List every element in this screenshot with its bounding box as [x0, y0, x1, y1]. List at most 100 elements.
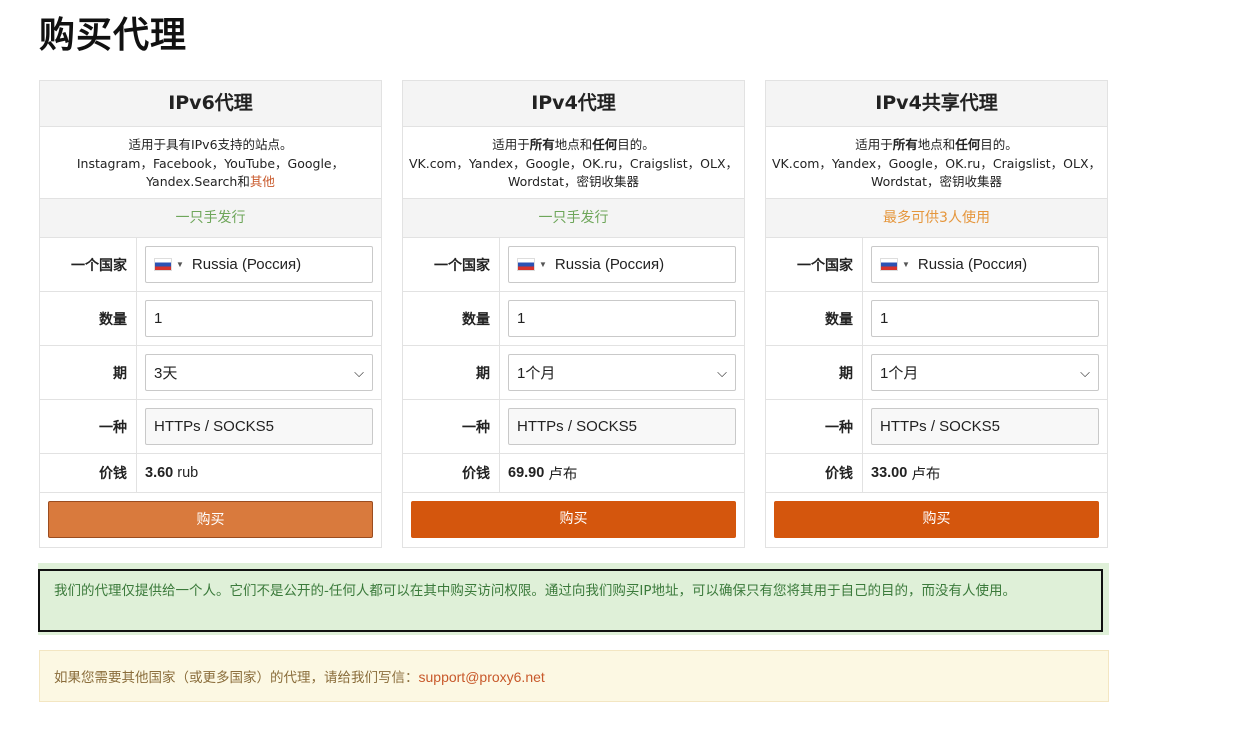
- card-title: IPv4共享代理: [766, 81, 1107, 127]
- desc-line: VK.com，Yandex，Google，OK.ru，Craigslist，OL…: [771, 155, 1102, 171]
- type-label: 一种: [766, 400, 863, 453]
- desc-text: 适用于: [855, 137, 893, 152]
- country-select[interactable]: ▼ Russia (Россия): [508, 246, 736, 283]
- desc-bold: 所有: [529, 137, 555, 152]
- quantity-label: 数量: [40, 292, 137, 345]
- notice-contact: 如果您需要其他国家（或更多国家）的代理，请给我们写信：support@proxy…: [39, 650, 1109, 702]
- price-unit: rub: [177, 465, 199, 481]
- country-value: Russia (Россия): [554, 256, 665, 273]
- price-unit: 卢布: [911, 466, 941, 483]
- price-label: 价钱: [40, 454, 137, 492]
- period-row: 期 1个月 ⌵: [403, 346, 744, 400]
- price-row: 价钱 33.00 卢布: [766, 454, 1107, 493]
- period-select[interactable]: 1个月 ⌵: [508, 354, 736, 391]
- card-tag: 最多可供3人使用: [766, 199, 1107, 238]
- card-ipv4: IPv4代理 适用于所有地点和任何目的。 VK.com，Yandex，Googl…: [402, 80, 745, 548]
- type-value: HTTPs / SOCKS5: [154, 418, 275, 435]
- quantity-label: 数量: [766, 292, 863, 345]
- page-title: 购买代理: [39, 15, 188, 56]
- type-label: 一种: [403, 400, 500, 453]
- desc-line: Wordstat，密钥收集器: [870, 174, 1003, 189]
- country-value: Russia (Россия): [191, 256, 302, 273]
- period-select[interactable]: 3天 ⌵: [145, 354, 373, 391]
- notice-private: 我们的代理仅提供给一个人。它们不是公开的-任何人都可以在其中购买访问权限。通过向…: [38, 569, 1103, 632]
- card-ipv4-shared: IPv4共享代理 适用于所有地点和任何目的。 VK.com，Yandex，Goo…: [765, 80, 1108, 548]
- country-select[interactable]: ▼ Russia (Россия): [871, 246, 1099, 283]
- price-amount: 3.60: [145, 465, 174, 481]
- caret-down-icon: ▼: [539, 260, 547, 269]
- period-value: 1个月: [880, 365, 919, 382]
- price-row: 价钱 69.90 卢布: [403, 454, 744, 493]
- country-label: 一个国家: [40, 238, 137, 291]
- type-label: 一种: [40, 400, 137, 453]
- desc-bold: 任何: [955, 137, 981, 152]
- desc-line: VK.com，Yandex，Google，OK.ru，Craigslist，OL…: [408, 155, 739, 171]
- desc-text: 适用于: [492, 137, 530, 152]
- quantity-value: 1: [517, 310, 526, 327]
- desc-line: 适用于具有IPv6支持的站点。: [128, 137, 293, 152]
- desc-text: 地点和: [554, 137, 593, 152]
- price-amount: 33.00: [871, 465, 908, 481]
- chevron-down-icon: ⌵: [1080, 364, 1090, 380]
- type-row: 一种 HTTPs / SOCKS5: [403, 400, 744, 454]
- country-row: 一个国家 ▼ Russia (Россия): [766, 238, 1107, 292]
- price-unit: 卢布: [548, 466, 578, 483]
- russia-flag-icon: [880, 258, 898, 271]
- card-tag: 一只手发行: [40, 199, 381, 238]
- quantity-input[interactable]: 1: [508, 300, 736, 337]
- notice-contact-text: 如果您需要其他国家（或更多国家）的代理，请给我们写信：: [54, 670, 419, 686]
- desc-line: Instagram，Facebook，YouTube，Google，: [76, 155, 345, 171]
- card-ipv6: IPv6代理 适用于具有IPv6支持的站点。 Instagram，Faceboo…: [39, 80, 382, 548]
- desc-bold: 任何: [592, 137, 618, 152]
- period-value: 3天: [154, 365, 178, 382]
- caret-down-icon: ▼: [902, 260, 910, 269]
- quantity-input[interactable]: 1: [871, 300, 1099, 337]
- price-label: 价钱: [766, 454, 863, 492]
- type-field: HTTPs / SOCKS5: [508, 408, 736, 445]
- quantity-row: 数量 1: [766, 292, 1107, 346]
- quantity-row: 数量 1: [40, 292, 381, 346]
- country-label: 一个国家: [766, 238, 863, 291]
- quantity-row: 数量 1: [403, 292, 744, 346]
- period-select[interactable]: 1个月 ⌵: [871, 354, 1099, 391]
- card-title: IPv4代理: [403, 81, 744, 127]
- card-tag: 一只手发行: [403, 199, 744, 238]
- desc-bold: 所有: [892, 137, 918, 152]
- desc-text: 目的。: [980, 137, 1018, 152]
- quantity-value: 1: [154, 310, 163, 327]
- desc-line: Yandex.Search和: [146, 174, 250, 189]
- type-value: HTTPs / SOCKS5: [517, 418, 638, 435]
- period-label: 期: [403, 346, 500, 399]
- price-row: 价钱 3.60 rub: [40, 454, 381, 493]
- period-row: 期 3天 ⌵: [40, 346, 381, 400]
- proxy-cards: IPv6代理 适用于具有IPv6支持的站点。 Instagram，Faceboo…: [39, 80, 1109, 548]
- buy-button[interactable]: 购买: [411, 501, 736, 538]
- chevron-down-icon: ⌵: [354, 364, 364, 380]
- country-label: 一个国家: [403, 238, 500, 291]
- type-row: 一种 HTTPs / SOCKS5: [40, 400, 381, 454]
- quantity-label: 数量: [403, 292, 500, 345]
- russia-flag-icon: [517, 258, 535, 271]
- quantity-input[interactable]: 1: [145, 300, 373, 337]
- chevron-down-icon: ⌵: [717, 364, 727, 380]
- type-value: HTTPs / SOCKS5: [880, 418, 1001, 435]
- period-row: 期 1个月 ⌵: [766, 346, 1107, 400]
- period-value: 1个月: [517, 365, 556, 382]
- support-email-link[interactable]: support@proxy6.net: [419, 669, 545, 685]
- type-row: 一种 HTTPs / SOCKS5: [766, 400, 1107, 454]
- buy-button[interactable]: 购买: [48, 501, 373, 538]
- price-label: 价钱: [403, 454, 500, 492]
- card-description: 适用于所有地点和任何目的。 VK.com，Yandex，Google，OK.ru…: [766, 127, 1107, 199]
- desc-text: 地点和: [917, 137, 956, 152]
- country-value: Russia (Россия): [917, 256, 1028, 273]
- price-amount: 69.90: [508, 465, 545, 481]
- other-sites-link[interactable]: 其他: [250, 174, 275, 189]
- russia-flag-icon: [154, 258, 172, 271]
- country-row: 一个国家 ▼ Russia (Россия): [40, 238, 381, 292]
- buy-button[interactable]: 购买: [774, 501, 1099, 538]
- country-select[interactable]: ▼ Russia (Россия): [145, 246, 373, 283]
- country-row: 一个国家 ▼ Russia (Россия): [403, 238, 744, 292]
- card-description: 适用于所有地点和任何目的。 VK.com，Yandex，Google，OK.ru…: [403, 127, 744, 199]
- desc-line: Wordstat，密钥收集器: [507, 174, 640, 189]
- desc-text: 目的。: [617, 137, 655, 152]
